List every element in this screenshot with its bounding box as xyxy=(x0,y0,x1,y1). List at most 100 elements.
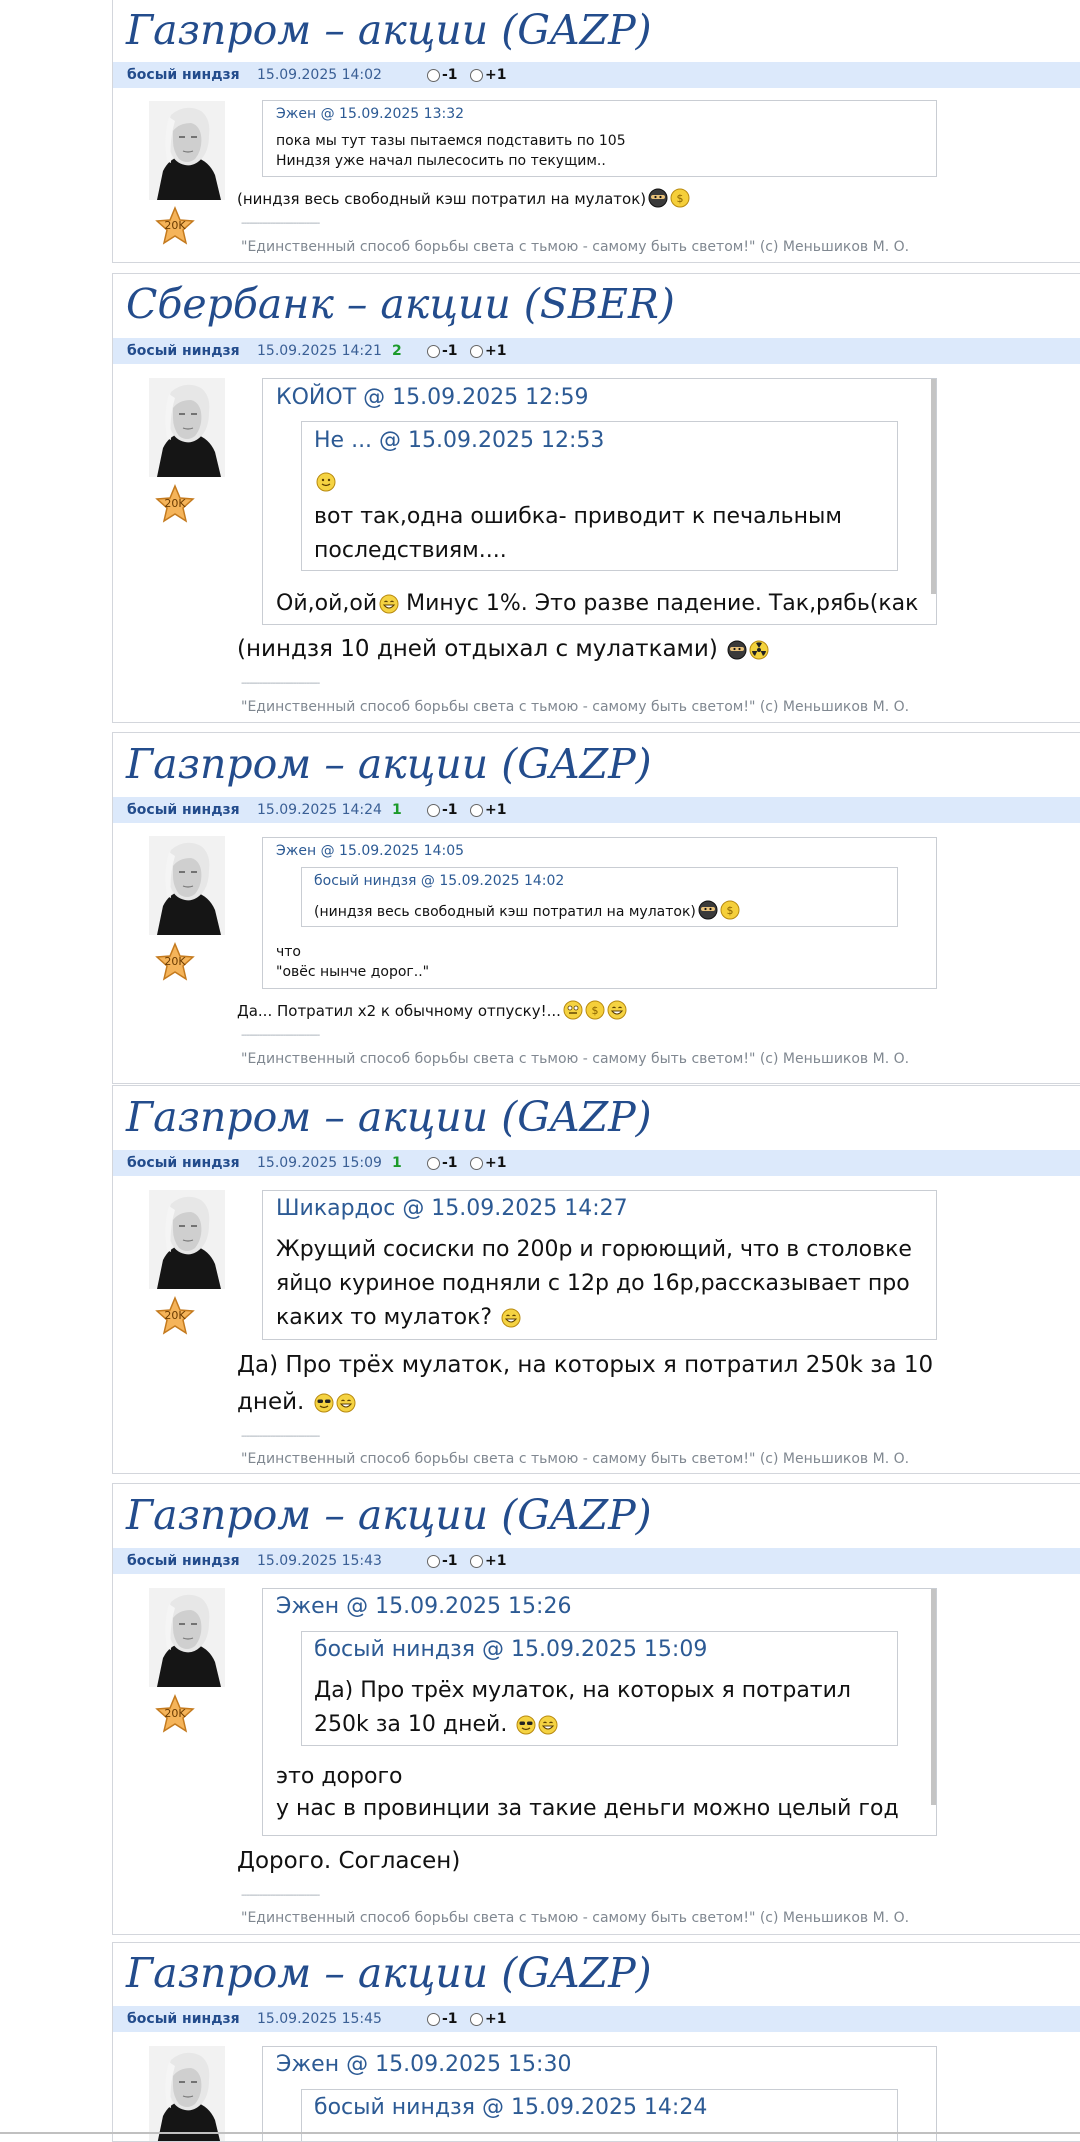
avatar[interactable] xyxy=(149,1588,225,1687)
post-date[interactable]: 15.09.2025 15:09 xyxy=(257,1150,382,1176)
nested-quote-block: босый ниндзя @ 15.09.2025 15:09 Да) Про … xyxy=(301,1631,898,1746)
quote-block: Эжен @ 15.09.2025 13:32 пока мы тут тазы… xyxy=(262,100,937,177)
vote-minus-radio[interactable]: -1 xyxy=(427,2006,458,2032)
nested-quote-header[interactable]: босый ниндзя @ 15.09.2025 15:09 xyxy=(314,1637,707,1662)
post: Газпром – акции (GAZP) босый ниндзя 15.0… xyxy=(112,1942,1080,2142)
nested-quote-header[interactable]: Не ... @ 15.09.2025 12:53 xyxy=(314,428,604,453)
rank-badge: 20K xyxy=(155,1694,195,1734)
vote-plus-label: +1 xyxy=(485,343,507,359)
post-rating: 1 xyxy=(392,802,402,818)
nested-quote-text: вот так,одна ошибка- приводит к печальны… xyxy=(314,500,887,568)
quote-block: Эжен @ 15.09.2025 15:26 босый ниндзя @ 1… xyxy=(262,1588,937,1836)
nested-quote-text: (ниндзя весь свободный кэш потратил на м… xyxy=(314,900,887,924)
signature: "Единственный способ борьбы света с тьмо… xyxy=(241,699,910,715)
smile-smiley-icon xyxy=(316,472,336,496)
nested-quote-header[interactable]: босый ниндзя @ 15.09.2025 14:24 xyxy=(314,2095,707,2120)
post-title[interactable]: Сбербанк – акции (SBER) xyxy=(113,277,675,331)
post-title[interactable]: Газпром – акции (GAZP) xyxy=(113,1946,652,2000)
post-reply: Да... Потратил х2 к обычному отпуску!...… xyxy=(237,999,992,1027)
post-rating: 1 xyxy=(392,1155,402,1171)
vote-plus-label: +1 xyxy=(485,802,507,818)
radio-icon[interactable] xyxy=(427,2013,440,2026)
quote-line: вот так,одна ошибка- приводит к печальны… xyxy=(314,504,842,529)
grin-smiley-icon xyxy=(563,1000,583,1027)
vote-minus-label: -1 xyxy=(442,1553,458,1569)
post-author-link[interactable]: босый ниндзя xyxy=(127,1150,240,1176)
quote-scrollbar[interactable] xyxy=(931,379,936,594)
nested-quote-smiley-wrap xyxy=(314,472,336,496)
vote-plus-radio[interactable]: +1 xyxy=(470,797,506,823)
quote-header[interactable]: Шикардос @ 15.09.2025 14:27 xyxy=(276,1196,628,1221)
post-date[interactable]: 15.09.2025 14:24 xyxy=(257,797,382,823)
avatar[interactable] xyxy=(149,2046,225,2141)
radio-icon[interactable] xyxy=(470,1555,483,1568)
money-smiley-icon: $ xyxy=(670,188,690,215)
quote-text-start: Ой,ой,ой xyxy=(276,591,378,616)
radio-icon[interactable] xyxy=(470,345,483,358)
radio-icon[interactable] xyxy=(427,804,440,817)
post-reply: (ниндзя весь свободный кэш потратил на м… xyxy=(237,187,992,215)
post-title[interactable]: Газпром – акции (GAZP) xyxy=(113,1488,652,1542)
quote-line: последствиям.... xyxy=(314,538,507,563)
signature: "Единственный способ борьбы света с тьмо… xyxy=(241,1910,910,1926)
post-date[interactable]: 15.09.2025 14:02 xyxy=(257,62,382,88)
quote-text: что "овёс нынче дорог.." xyxy=(276,942,926,982)
rank-badge-label: 20K xyxy=(164,1707,186,1720)
quote-header[interactable]: Эжен @ 15.09.2025 13:32 xyxy=(276,106,464,122)
radio-icon[interactable] xyxy=(470,2013,483,2026)
avatar[interactable] xyxy=(149,1190,225,1289)
quote-block: Эжен @ 15.09.2025 15:30 босый ниндзя @ 1… xyxy=(262,2046,937,2141)
post-author-link[interactable]: босый ниндзя xyxy=(127,338,240,364)
ninja-smiley-icon xyxy=(648,188,668,215)
post-title[interactable]: Газпром – акции (GAZP) xyxy=(113,3,652,57)
quote-scrollbar[interactable] xyxy=(931,1589,936,1805)
post-author-link[interactable]: босый ниндзя xyxy=(127,1548,240,1574)
post-date[interactable]: 15.09.2025 14:21 xyxy=(257,338,382,364)
vote-plus-radio[interactable]: +1 xyxy=(470,1150,506,1176)
vote-plus-radio[interactable]: +1 xyxy=(470,2006,506,2032)
vote-plus-radio[interactable]: +1 xyxy=(470,338,506,364)
radio-icon[interactable] xyxy=(427,1555,440,1568)
post-reply-text: (ниндзя весь свободный кэш потратил на м… xyxy=(237,190,647,208)
rank-badge: 20K xyxy=(155,484,195,524)
post-meta-bar: босый ниндзя 15.09.2025 14:21 2 -1 +1 xyxy=(113,338,1080,364)
quote-header[interactable]: Эжен @ 15.09.2025 14:05 xyxy=(276,843,464,859)
post-title[interactable]: Газпром – акции (GAZP) xyxy=(113,737,652,791)
radio-icon[interactable] xyxy=(427,345,440,358)
post-date[interactable]: 15.09.2025 15:43 xyxy=(257,1548,382,1574)
post-rating: 2 xyxy=(392,343,402,359)
rank-badge: 20K xyxy=(155,942,195,982)
vote-minus-label: -1 xyxy=(442,343,458,359)
post-author-link[interactable]: босый ниндзя xyxy=(127,62,240,88)
cool-smiley-icon xyxy=(516,1712,536,1746)
post-meta-bar: босый ниндзя 15.09.2025 14:24 1 -1 +1 xyxy=(113,797,1080,823)
radio-icon[interactable] xyxy=(470,1157,483,1170)
signature: "Единственный способ борьбы света с тьмо… xyxy=(241,239,910,255)
post-author-link[interactable]: босый ниндзя xyxy=(127,2006,240,2032)
quote-header[interactable]: Эжен @ 15.09.2025 15:30 xyxy=(276,2052,571,2077)
avatar[interactable] xyxy=(149,101,225,200)
post-author-link[interactable]: босый ниндзя xyxy=(127,797,240,823)
radio-icon[interactable] xyxy=(470,69,483,82)
vote-minus-radio[interactable]: -1 xyxy=(427,1548,458,1574)
vote-minus-radio[interactable]: -1 xyxy=(427,338,458,364)
quote-header[interactable]: Эжен @ 15.09.2025 15:26 xyxy=(276,1594,571,1619)
post-title[interactable]: Газпром – акции (GAZP) xyxy=(113,1090,652,1144)
avatar[interactable] xyxy=(149,836,225,935)
ninja-smiley-icon xyxy=(698,900,718,924)
vote-minus-radio[interactable]: -1 xyxy=(427,1150,458,1176)
avatar[interactable] xyxy=(149,378,225,477)
radio-icon[interactable] xyxy=(470,804,483,817)
radio-icon[interactable] xyxy=(427,69,440,82)
radio-icon[interactable] xyxy=(427,1157,440,1170)
vote-minus-radio[interactable]: -1 xyxy=(427,62,458,88)
post-meta-bar: босый ниндзя 15.09.2025 15:45 -1 +1 xyxy=(113,2006,1080,2032)
quote-header[interactable]: КОЙОТ @ 15.09.2025 12:59 xyxy=(276,385,589,410)
quote-line: 250k за 10 дней. xyxy=(314,1708,887,1746)
laugh-smiley-icon xyxy=(607,1000,627,1027)
vote-plus-radio[interactable]: +1 xyxy=(470,62,506,88)
vote-plus-radio[interactable]: +1 xyxy=(470,1548,506,1574)
vote-minus-radio[interactable]: -1 xyxy=(427,797,458,823)
post-date[interactable]: 15.09.2025 15:45 xyxy=(257,2006,382,2032)
nested-quote-header[interactable]: босый ниндзя @ 15.09.2025 14:02 xyxy=(314,873,564,889)
